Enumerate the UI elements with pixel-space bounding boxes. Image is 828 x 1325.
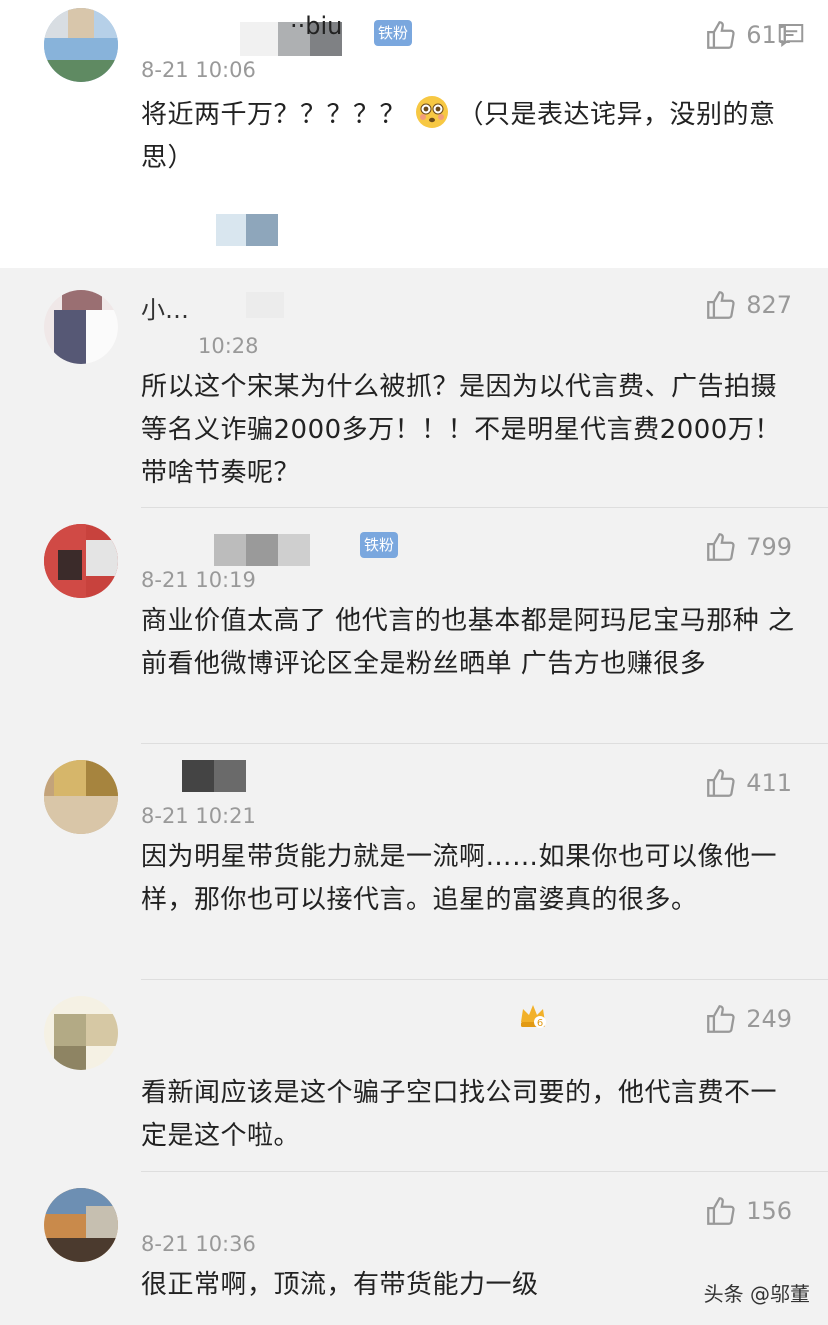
- like-button[interactable]: 411: [704, 766, 792, 800]
- image-mosaic: [216, 214, 246, 246]
- username-mosaic: [278, 534, 310, 566]
- like-button[interactable]: 156: [704, 1194, 792, 1228]
- watermark: 头条 @邬董: [703, 1282, 810, 1306]
- username-mosaic: [246, 292, 284, 318]
- comment-item: 411 8-21 10:21 因为明星带货能力就是一流啊……如果你也可以像他一样…: [0, 744, 828, 980]
- like-button[interactable]: 249: [704, 1002, 792, 1036]
- fan-badge: 铁粉: [374, 20, 413, 46]
- username[interactable]: ··biu: [290, 12, 342, 40]
- like-button[interactable]: 827: [704, 288, 792, 322]
- username-mosaic: [246, 534, 278, 566]
- username[interactable]: 小…: [141, 290, 189, 325]
- thumbs-up-icon: [707, 533, 735, 561]
- fan-badge: 铁粉: [360, 532, 399, 558]
- comment-text: 商业价值太高了 他代言的也基本都是阿玛尼宝马那种 之前看他微博评论区全是粉丝晒单…: [141, 606, 795, 679]
- timestamp: 8-21 10:19: [141, 568, 256, 592]
- comment-item: 铁粉 799 8-21 10:19 商业价值太高了 他代言的也基本都是阿玛尼宝马…: [0, 508, 828, 744]
- image-mosaic: [246, 214, 278, 246]
- comment-text: 很正常啊，顶流，有带货能力一级: [141, 1270, 539, 1300]
- flushed-face-emoji: [415, 96, 448, 128]
- vip-crown-icon: 6: [521, 1005, 546, 1029]
- avatar[interactable]: [44, 8, 118, 82]
- thumbs-up-icon: [707, 21, 735, 49]
- username-mosaic: [182, 760, 214, 792]
- thumbs-up-icon: [707, 1005, 735, 1033]
- timestamp: 10:28: [198, 334, 259, 358]
- like-count: 827: [746, 291, 792, 319]
- thumbs-up-icon: [707, 1197, 735, 1225]
- username-mosaic: [240, 22, 278, 56]
- avatar[interactable]: [44, 760, 118, 834]
- like-count: 799: [746, 533, 792, 561]
- like-count: 249: [746, 1005, 792, 1033]
- like-button[interactable]: 799: [704, 530, 792, 564]
- comment-text: 将近两千万？？？？？ （只是表达诧异，没别的意思）: [141, 94, 801, 180]
- comment-item: 6 249 看新闻应该是这个骗子空口找公司要的，他代言费不一定是这个啦。: [0, 980, 828, 1172]
- username-mosaic: [214, 534, 246, 566]
- avatar[interactable]: [44, 290, 118, 364]
- timestamp: 8-21 10:06: [141, 58, 256, 82]
- comment-text: 所以这个宋某为什么被抓？是因为以代言费、广告拍摄等名义诈骗2000多万！！！不是…: [141, 372, 781, 488]
- avatar[interactable]: [44, 996, 118, 1070]
- thumbs-up-icon: [707, 291, 735, 319]
- avatar[interactable]: [44, 524, 118, 598]
- like-count: 156: [746, 1197, 792, 1225]
- timestamp: 8-21 10:36: [141, 1232, 256, 1256]
- thumbs-up-icon: [707, 769, 735, 797]
- reply-icon[interactable]: [776, 20, 806, 50]
- comment-item: 小… 827 10:28 所以这个宋某为什么被抓？是因为以代言费、广告拍摄等名义…: [0, 268, 828, 508]
- timestamp: 8-21 10:21: [141, 804, 256, 828]
- username-mosaic: [214, 760, 246, 792]
- comment-item: ··biu 铁粉 611 8-21 10:06 将近两千万？？？？？ （只是表达…: [0, 0, 828, 268]
- like-count: 411: [746, 769, 792, 797]
- comment-text: 因为明星带货能力就是一流啊……如果你也可以像他一样，那你也可以接代言。追星的富婆…: [141, 842, 778, 915]
- comment-text: 看新闻应该是这个骗子空口找公司要的，他代言费不一定是这个啦。: [141, 1078, 778, 1151]
- avatar[interactable]: [44, 1188, 118, 1262]
- vip-level: 6: [537, 1018, 543, 1029]
